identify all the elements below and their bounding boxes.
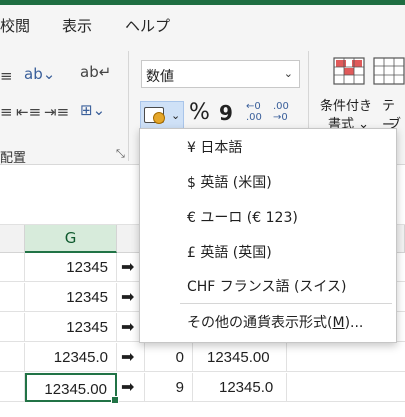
menu-item-yen-japanese[interactable]: ¥ 日本語 [140, 131, 396, 166]
alignment-group-label: 配置 [0, 151, 27, 166]
menu-item-dollar-english-us[interactable]: $ 英語 (米国) [140, 166, 396, 201]
arrow-icon: ➡ [117, 343, 145, 372]
increase-indent-icon[interactable]: ⇥≡ [44, 105, 69, 120]
menu-item-euro[interactable]: € ユーロ (€ 123) [140, 201, 396, 236]
cell[interactable] [0, 343, 25, 372]
menu-item-pound-english-uk[interactable]: £ 英語 (英国) [140, 236, 396, 271]
number-format-dropdown[interactable]: 数値 ⌄ [141, 60, 300, 88]
conditional-formatting-label[interactable]: 条件付き [320, 95, 372, 114]
cell-h[interactable]: 9 [145, 373, 193, 402]
format-as-table-icon[interactable] [373, 57, 405, 85]
accounting-format-button[interactable]: ⌄ [140, 101, 184, 131]
currency-icon [144, 107, 165, 124]
orientation-icon[interactable]: ab⌄ [24, 67, 55, 82]
merge-center-icon[interactable]: ⊞⌄ [80, 103, 105, 118]
cell-g[interactable]: 12345 [25, 283, 117, 312]
more-label-prefix: その他の通貨表示形式( [187, 315, 333, 331]
cell-i[interactable]: 12345.0 [193, 373, 287, 402]
alignment-launcher-icon[interactable]: ⤡ [116, 147, 125, 161]
percent-style-button[interactable]: % [189, 100, 210, 125]
tab-help[interactable]: ヘルプ [125, 15, 170, 36]
wrap-text-icon[interactable]: ab↵ [80, 65, 111, 80]
tab-review[interactable]: 校閲 [0, 15, 30, 36]
chevron-down-icon: ⌄ [283, 67, 293, 80]
menu-item-chf-french-swiss[interactable]: CHF フランス語 (スイス) [140, 270, 396, 305]
menu-item-more-currency-formats[interactable]: その他の通貨表示形式(M)... [140, 306, 396, 341]
align-right-partial-icon[interactable]: ≡ [0, 105, 13, 120]
arrow-icon: ➡ [117, 373, 145, 402]
table-row: 12345.00 ➡ 9 12345.0 [0, 373, 405, 404]
cell[interactable] [0, 283, 25, 312]
cell[interactable] [0, 373, 25, 402]
decrease-decimal-button[interactable]: .00 →0 [273, 101, 289, 123]
conditional-formatting-icon[interactable] [333, 57, 365, 85]
number-format-value: 数値 [146, 69, 174, 85]
cell-g[interactable]: 12345 [25, 253, 117, 282]
column-header-g[interactable]: G [25, 225, 117, 253]
chevron-down-icon: ⌄ [171, 109, 181, 122]
cell[interactable] [0, 313, 25, 342]
menu-divider [180, 303, 392, 304]
more-label-accelerator: M [332, 315, 345, 331]
increase-decimal-button[interactable]: ←0 .00 [246, 101, 262, 123]
tab-view[interactable]: 表示 [62, 15, 92, 36]
more-label-suffix: )... [344, 315, 364, 331]
cell[interactable] [0, 253, 25, 282]
align-left-partial-icon[interactable]: ≡ [0, 69, 13, 84]
active-cell-g[interactable]: 12345.00 [25, 373, 119, 404]
comma-style-button[interactable]: 9 [219, 101, 233, 125]
column-header-f[interactable] [0, 225, 25, 253]
table-row: 12345.0 ➡ 0 12345.00 [0, 343, 405, 372]
ribbon-tab-bar: 校閲 表示 ヘルプ [0, 5, 405, 43]
group-separator [128, 51, 129, 161]
cell-h[interactable]: 0 [145, 343, 193, 372]
cell-i[interactable]: 12345.00 [193, 343, 287, 372]
currency-format-menu: ¥ 日本語 $ 英語 (米国) € ユーロ (€ 123) £ 英語 (英国) … [139, 128, 397, 343]
cell-g[interactable]: 12345 [25, 313, 117, 342]
decrease-indent-icon[interactable]: ⇤≡ [16, 105, 41, 120]
cell-g[interactable]: 12345.0 [25, 343, 117, 372]
